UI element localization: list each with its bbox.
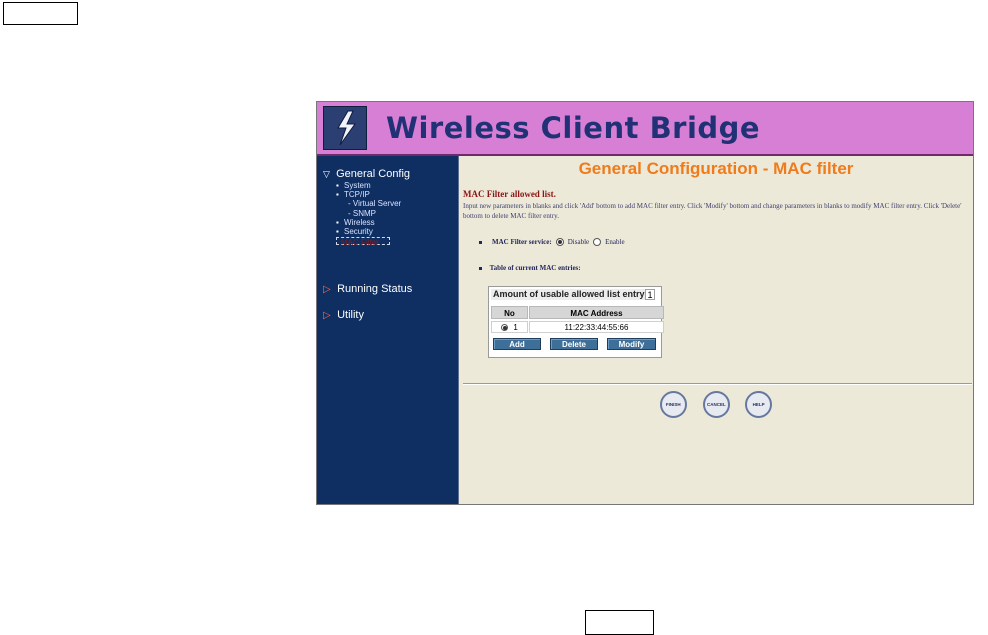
help-button[interactable]: HELP (745, 391, 772, 418)
bullet-icon: ▪ (336, 217, 339, 227)
row-select-radio[interactable] (501, 324, 509, 332)
sidebar-item-running-status[interactable]: ▷ Running Status (323, 283, 412, 295)
table-label: Table of current MAC entries: (489, 264, 581, 272)
disable-label: Disable (567, 238, 590, 246)
mac-table: Amount of usable allowed list entry 1 No… (488, 286, 664, 358)
header-banner: Wireless Client Bridge (317, 102, 973, 156)
sidebar-item-utility[interactable]: ▷ Utility (323, 309, 364, 321)
sidebar-item-label: Utility (337, 309, 364, 321)
header-mac-address: MAC Address (529, 306, 664, 319)
mac-address-cell: 11:22:33:44:55:66 (529, 321, 664, 333)
bullet-icon (479, 266, 482, 270)
content-divider (463, 383, 972, 384)
bottom-page-box (585, 610, 654, 635)
row-number-cell: 1 (491, 321, 528, 333)
sidebar: ▽ General Config ▪ System ▪ TCP/IP - Virtu… (317, 156, 459, 504)
sidebar-item-general-config[interactable]: ▽ General Config (323, 168, 410, 180)
instructions-text: Input new parameters in blanks and click… (463, 202, 962, 220)
amount-label-row: Amount of usable allowed list entry (491, 289, 646, 300)
sidebar-subitem-snmp[interactable]: - SNMP (336, 209, 401, 218)
enable-radio[interactable] (593, 238, 602, 246)
application-frame: Wireless Client Bridge ▽ General Config … (316, 101, 974, 505)
brand-logo-icon (323, 106, 367, 150)
sidebar-item-label: General Config (336, 168, 411, 180)
sidebar-subitem-wireless[interactable]: ▪ Wireless (336, 218, 401, 227)
cancel-label: CANCEL (707, 401, 726, 408)
amount-label: Amount of usable allowed list entry (493, 289, 645, 299)
amount-value: 1 (645, 289, 655, 300)
page-title: General Configuration - MAC filter (578, 159, 854, 178)
modify-button[interactable]: Modify (607, 338, 656, 350)
bullet-icon: ▪ (336, 227, 339, 237)
play-arrow-icon: ▷ (323, 310, 331, 321)
disable-radio[interactable] (555, 238, 564, 246)
header-no: No (491, 306, 528, 319)
delete-button[interactable]: Delete (550, 338, 598, 350)
table-label-row: Table of current MAC entries: (479, 264, 581, 272)
bullet-icon (479, 240, 482, 244)
sidebar-subitem-tcpip[interactable]: ▪ TCP/IP (336, 190, 401, 199)
main-content: General Configuration - MAC filter MAC F… (459, 156, 973, 504)
table-action-buttons: Add Delete Modify (491, 338, 661, 351)
section-title: MAC Filter allowed list. (463, 189, 556, 199)
app-title: Wireless Client Bridge (386, 111, 761, 145)
play-arrow-icon: ▷ (323, 284, 331, 295)
sidebar-subitem-mac-filter[interactable]: MAC Filter (336, 237, 390, 247)
bullet-icon: ▪ (336, 181, 339, 190)
chevron-down-icon: ▽ (323, 169, 330, 179)
finish-button[interactable]: FINISH (660, 391, 687, 418)
finish-label: FINISH (666, 401, 681, 408)
sidebar-subitem-security[interactable]: ▪ Security (336, 227, 401, 236)
mac-filter-service-row: MAC Filter service: Disable Enable (479, 238, 625, 246)
mac-filter-service-label: MAC Filter service: (492, 238, 552, 246)
help-label: HELP (752, 401, 765, 408)
sidebar-item-label: Running Status (337, 283, 413, 295)
general-config-submenu: ▪ System ▪ TCP/IP - Virtual Server - SNMP … (336, 181, 401, 247)
sidebar-subitem-system[interactable]: ▪ System (336, 181, 401, 190)
top-page-box (3, 2, 78, 25)
table-header: No MAC Address (491, 306, 664, 319)
sidebar-subitem-virtual-server[interactable]: - Virtual Server (336, 199, 401, 208)
table-row[interactable]: 1 11:22:33:44:55:66 (491, 321, 664, 333)
enable-label: Enable (605, 238, 625, 246)
add-button[interactable]: Add (493, 338, 541, 350)
bullet-icon: ▪ (336, 190, 339, 200)
cancel-button[interactable]: CANCEL (703, 391, 730, 418)
